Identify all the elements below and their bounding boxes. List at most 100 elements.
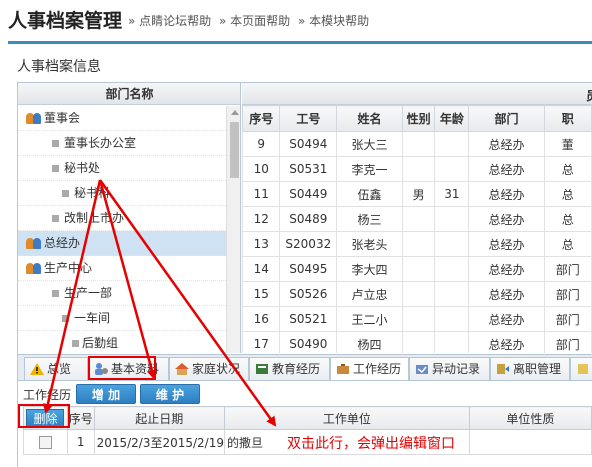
table-row[interactable]: 14 S0495 李大四 总经办 部门	[242, 256, 592, 282]
tree-item-ipo-office[interactable]: 改制上市办	[18, 206, 226, 231]
col-header-company[interactable]: 工作单位	[224, 406, 470, 430]
cell-age	[434, 306, 470, 332]
tree-item-production-center[interactable]: 生产中心	[18, 256, 226, 281]
table-row[interactable]: 10 S0531 李克一 总经办总	[242, 156, 592, 182]
cell-age: 31	[434, 181, 470, 207]
tab-basic-info[interactable]: 基本资料	[88, 357, 169, 380]
cell-gender	[401, 331, 436, 353]
table-row[interactable]: 11 S0449 伍鑫男 31 总经办总	[242, 181, 592, 207]
scrollbar-thumb[interactable]	[230, 122, 239, 178]
cell-index: 12	[242, 206, 281, 232]
table-row[interactable]: 12 S0489 杨三 总经办总	[242, 206, 592, 232]
cell-gender	[401, 156, 436, 182]
cell-index: 10	[242, 156, 281, 182]
cell-gender	[401, 256, 436, 282]
page-help-link[interactable]: » 本页面帮助	[219, 14, 290, 28]
tree-item-chairman-office[interactable]: 董事长办公室	[18, 131, 226, 156]
tree-item-label: 一车间	[74, 311, 111, 325]
tree-item-workshop-1[interactable]: 一车间	[18, 306, 226, 331]
cell-index: 11	[242, 181, 281, 207]
tab-label: 教育经历	[272, 362, 321, 376]
tree-node-icon	[52, 165, 59, 172]
cell-position: 部门	[543, 331, 592, 353]
transfer-icon	[416, 365, 428, 374]
tab-label: 离职管理	[513, 362, 562, 376]
tab-work-history[interactable]: 工作经历	[330, 357, 409, 380]
col-header-index[interactable]: 序号	[66, 406, 95, 430]
department-tree: 部门名称 董事会 董事长办公室 秘书处 秘书科 改制上市办 总经办 生产中心 生…	[18, 83, 241, 353]
tree-item-label: 秘书处	[64, 161, 101, 175]
cell-id: S0526	[279, 281, 338, 307]
cell-index: 14	[242, 256, 281, 282]
col-header-nature[interactable]: 单位性质	[468, 406, 592, 430]
tree-item-secretariat[interactable]: 秘书处	[18, 156, 226, 181]
tab-label: 总览	[47, 362, 72, 376]
help-links: » 点睛论坛帮助 » 本页面帮助 » 本模块帮助	[128, 12, 373, 29]
tree-item-production-dept-1[interactable]: 生产一部	[18, 281, 226, 306]
cell-name: 卢立忠	[336, 281, 403, 307]
tab-education[interactable]: 教育经历	[249, 357, 330, 380]
col-header-age[interactable]: 年龄	[434, 105, 470, 132]
employee-group-header-label: 员	[586, 87, 592, 104]
tree-item-label: 改制上市办	[64, 211, 125, 225]
tab-label: 工作经历	[353, 362, 402, 376]
cell-name: 张大三	[336, 131, 403, 157]
cell-position: 部门	[543, 281, 592, 307]
col-header-gender[interactable]: 性别	[401, 105, 436, 132]
employee-grid: 员 序号 工号 姓名 性别 年龄 部门 职 9S0494张大三总经办董10S05…	[242, 83, 592, 353]
cell-nature	[468, 429, 592, 455]
scroll-up-icon[interactable]	[231, 110, 239, 115]
tree-item-gm-office[interactable]: 总经办	[18, 231, 226, 256]
module-help-link[interactable]: » 本模块帮助	[298, 14, 369, 28]
tree-node-icon	[72, 340, 79, 347]
tree-item-logistics[interactable]: 后勤组	[18, 331, 226, 353]
tab-resignation[interactable]: 离职管理	[490, 357, 570, 380]
app-title: 人事档案管理	[8, 10, 123, 32]
col-header-dates[interactable]: 起止日期	[93, 406, 226, 430]
col-header-dept[interactable]: 部门	[468, 105, 545, 132]
forum-help-link[interactable]: » 点睛论坛帮助	[128, 14, 211, 28]
cell-id: S0494	[279, 131, 338, 157]
cell-position: 董	[543, 131, 592, 157]
col-header-name[interactable]: 姓名	[336, 105, 403, 132]
add-button[interactable]: 增 加	[76, 384, 136, 404]
tree-item-label: 生产中心	[44, 261, 93, 275]
cell-dept: 总经办	[468, 156, 545, 182]
table-row[interactable]: 16 S0521 王二小 总经办 部门	[242, 306, 592, 332]
maintain-button[interactable]: 维 护	[140, 384, 200, 404]
cell-position: 总	[543, 206, 592, 232]
tree-item-label: 生产一部	[64, 286, 113, 300]
col-header-id[interactable]: 工号	[279, 105, 338, 132]
cell-age	[434, 131, 470, 157]
tree-item-board[interactable]: 董事会	[18, 106, 226, 131]
cell-id: S0489	[279, 206, 338, 232]
employee-table: 序号 工号 姓名 性别 年龄 部门 职 9 S0494 张大三 总经办董 10 S0531…	[242, 105, 592, 353]
people-icon	[26, 238, 42, 249]
cell-position: 总	[543, 181, 592, 207]
cell-index: 9	[242, 131, 281, 157]
cell-gender	[401, 281, 436, 307]
tree-item-secretary-section[interactable]: 秘书科	[18, 181, 226, 206]
col-header-position[interactable]: 职	[543, 105, 592, 132]
exit-icon	[497, 364, 509, 374]
table-row[interactable]: 13 S20032 张老头 总经办总	[242, 231, 592, 257]
dept-tree-header: 部门名称	[18, 83, 240, 105]
col-header-index[interactable]: 序号	[242, 105, 281, 132]
tab-transfer-records[interactable]: 异动记录	[409, 357, 490, 380]
col-header-delete: 删除	[23, 406, 68, 430]
cell-name: 王二小	[336, 306, 403, 332]
cell-name: 伍鑫	[336, 181, 403, 207]
delete-button[interactable]: 删除	[26, 408, 65, 428]
cell-age	[434, 206, 470, 232]
table-row[interactable]: 15 S0526 卢立忠 总经办 部门	[242, 281, 592, 307]
tree-item-label: 总经办	[44, 236, 81, 250]
tab-family[interactable]: 家庭状况	[169, 357, 249, 380]
tab-overview[interactable]: 总览	[24, 357, 88, 380]
dept-tree-scrollbar[interactable]	[226, 106, 240, 353]
tab-archive[interactable]: 档	[570, 357, 592, 380]
table-row[interactable]: 17 S0490 杨四 总经办 部门	[242, 331, 592, 353]
cell-position: 部门	[543, 306, 592, 332]
row-checkbox[interactable]	[38, 436, 52, 449]
cell-name: 杨三	[336, 206, 403, 232]
table-row[interactable]: 9 S0494 张大三 总经办董	[242, 131, 592, 157]
